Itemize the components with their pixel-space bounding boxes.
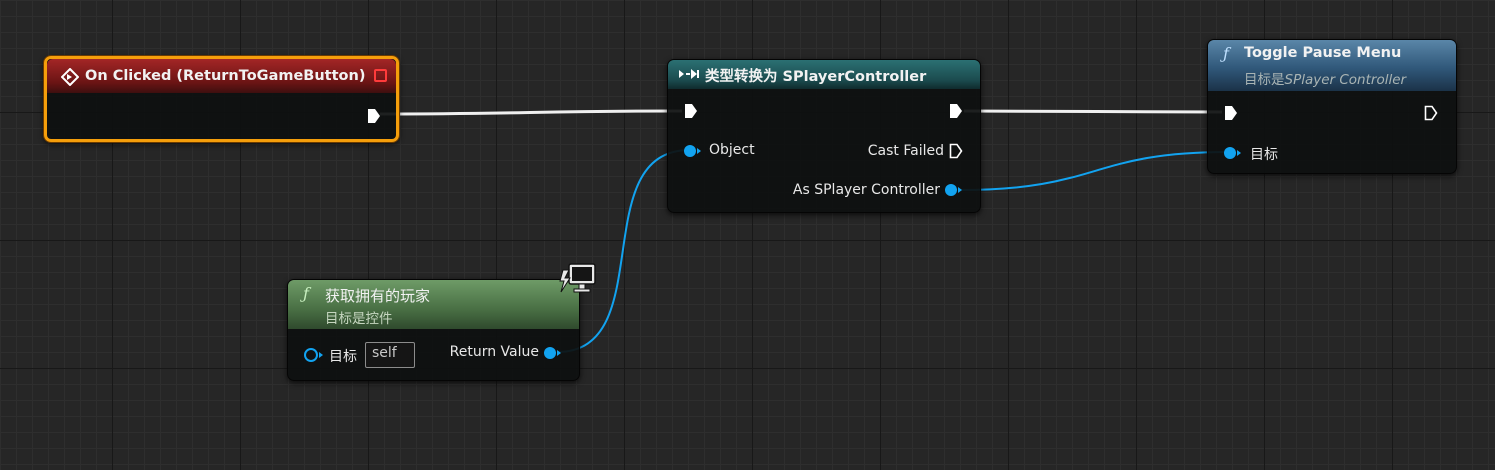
as-splayer-controller-pin-label: As SPlayer Controller: [792, 182, 940, 198]
exec-in-pin[interactable]: [1224, 105, 1238, 121]
data-wire-asplayer-to-target[interactable]: [959, 151, 1229, 191]
return-value-output-pin[interactable]: [544, 347, 561, 359]
function-icon: ƒ: [303, 284, 309, 303]
blueprint-graph-canvas[interactable]: On Clicked (ReturnToGameButton) 类型转换为 SP…: [0, 0, 1495, 470]
cast-failed-pin-label: Cast Failed: [867, 143, 944, 159]
object-pin-label: Object: [709, 142, 755, 158]
node-title: Toggle Pause Menu: [1244, 45, 1402, 61]
cast-arrows-icon: [679, 69, 699, 79]
exec-out-pin[interactable]: [1424, 105, 1438, 121]
target-self-value: self: [372, 345, 397, 361]
exec-in-pin[interactable]: [684, 103, 698, 119]
target-pin-label: 目标: [1250, 147, 1278, 163]
exec-wire-onclicked-to-cast[interactable]: [379, 109, 683, 116]
subtitle-prefix: 目标是: [1244, 72, 1285, 88]
as-splayer-controller-output-pin[interactable]: [945, 184, 962, 196]
return-value-pin-label: Return Value: [449, 344, 539, 360]
target-pin-label: 目标: [329, 349, 357, 365]
on-clicked-event-node[interactable]: On Clicked (ReturnToGameButton): [44, 56, 399, 142]
get-owning-player-node[interactable]: ƒ 获取拥有的玩家 目标是控件 目标 self Return Value: [287, 279, 580, 381]
object-input-pin[interactable]: [684, 145, 701, 157]
toggle-pause-menu-node[interactable]: ƒ Toggle Pause Menu 目标是SPlayer Controlle…: [1207, 39, 1457, 174]
subtitle-class: SPlayer Controller: [1284, 72, 1407, 88]
target-input-pin[interactable]: [1224, 147, 1241, 159]
client-monitor-icon: [559, 263, 596, 293]
function-icon: ƒ: [1223, 44, 1229, 63]
node-title: 类型转换为 SPlayerController: [705, 69, 927, 85]
target-input-pin[interactable]: [304, 348, 323, 362]
node-subtitle: 目标是SPlayer Controller: [1244, 68, 1406, 88]
node-subtitle: 目标是控件: [325, 311, 393, 327]
target-self-field[interactable]: self: [365, 342, 415, 368]
event-diamond-icon: [61, 68, 79, 86]
cast-failed-exec-pin[interactable]: [949, 143, 963, 159]
exec-out-pin[interactable]: [367, 108, 381, 124]
exec-out-pin[interactable]: [949, 103, 963, 119]
node-title: On Clicked (ReturnToGameButton): [85, 68, 366, 84]
cast-to-splayercontroller-node[interactable]: 类型转换为 SPlayerController Object Cast Fail…: [667, 59, 981, 213]
stop-square-icon: [374, 69, 387, 82]
exec-wire-cast-to-toggle[interactable]: [963, 109, 1223, 114]
node-title: 获取拥有的玩家: [325, 287, 431, 305]
